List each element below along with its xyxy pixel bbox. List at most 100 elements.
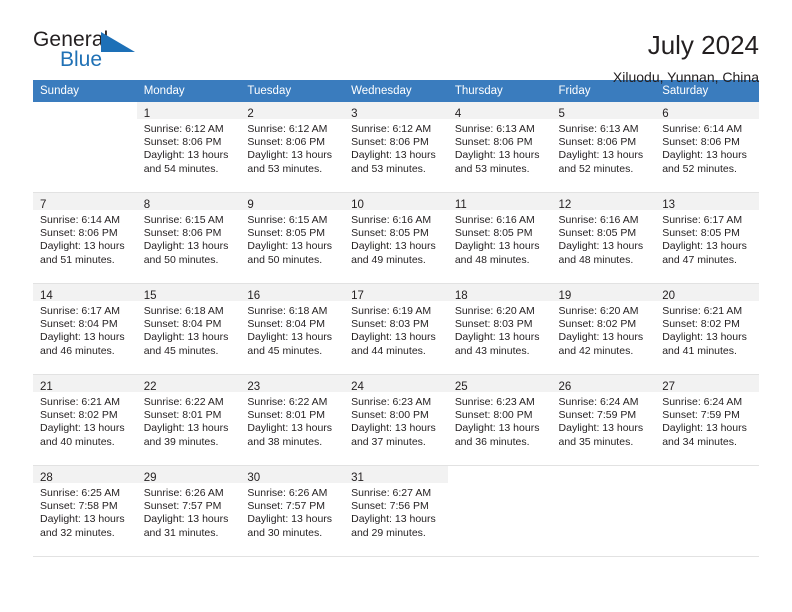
calendar-day-cell[interactable]: 18 Sunrise: 6:20 AM Sunset: 8:03 PM Dayligh… <box>447 283 552 375</box>
daylight-text-line2: and 32 minutes. <box>40 526 115 539</box>
calendar-day-cell[interactable]: 26 Sunrise: 6:24 AM Sunset: 7:59 PM Dayligh… <box>551 374 656 466</box>
day-cell-content: 9 Sunrise: 6:15 AM Sunset: 8:05 PM Daylight… <box>240 193 345 283</box>
daylight-text-line1: Daylight: 13 hours <box>351 513 436 526</box>
calendar-week-row: 1 Sunrise: 6:12 AM Sunset: 8:06 PM Daylight… <box>33 102 759 193</box>
sunrise-text: Sunrise: 6:21 AM <box>40 396 120 408</box>
day-cell-content: 13 Sunrise: 6:17 AM Sunset: 8:05 PM Dayligh… <box>655 193 759 283</box>
calendar-day-cell[interactable]: 14 Sunrise: 6:17 AM Sunset: 8:04 PM Dayligh… <box>33 283 137 375</box>
day-cell-content: 4 Sunrise: 6:13 AM Sunset: 8:06 PM Daylight… <box>447 102 552 192</box>
calendar-day-cell[interactable]: 12 Sunrise: 6:16 AM Sunset: 8:05 PM Dayligh… <box>551 192 656 284</box>
calendar-day-cell[interactable]: 6 Sunrise: 6:14 AM Sunset: 8:06 PM Daylight… <box>655 102 759 193</box>
day-sun-info: Sunrise: 6:26 AM Sunset: 7:57 PM Daylight:… <box>247 483 337 540</box>
calendar-day-cell[interactable]: 5 Sunrise: 6:13 AM Sunset: 8:06 PM Daylight… <box>551 102 656 193</box>
sunrise-text: Sunrise: 6:25 AM <box>40 487 120 499</box>
weekday-header-wednesday: Wednesday <box>344 80 448 102</box>
calendar-empty-cell <box>551 465 656 557</box>
calendar-day-cell[interactable]: 20 Sunrise: 6:21 AM Sunset: 8:02 PM Dayligh… <box>655 283 759 375</box>
daylight-text-line2: and 52 minutes. <box>558 162 634 175</box>
day-cell-content: 12 Sunrise: 6:16 AM Sunset: 8:05 PM Dayligh… <box>551 193 656 283</box>
sunrise-text: Sunrise: 6:26 AM <box>143 487 224 499</box>
day-sun-info: Sunrise: 6:22 AM Sunset: 8:01 PM Daylight:… <box>247 392 337 449</box>
calendar-week-row: 21 Sunrise: 6:21 AM Sunset: 8:02 PM Dayligh… <box>33 374 759 466</box>
calendar-day-cell[interactable]: 31 Sunrise: 6:27 AM Sunset: 7:56 PM Dayligh… <box>344 465 448 557</box>
day-sun-info: Sunrise: 6:13 AM Sunset: 8:06 PM Daylight:… <box>455 119 545 176</box>
sunset-text: Sunset: 8:06 PM <box>143 227 222 240</box>
calendar-day-cell[interactable]: 10 Sunrise: 6:16 AM Sunset: 8:05 PM Dayligh… <box>344 192 448 284</box>
day-number: 18 <box>454 290 468 302</box>
day-cell-content: 19 Sunrise: 6:20 AM Sunset: 8:02 PM Dayligh… <box>551 284 656 374</box>
calendar-day-cell[interactable]: 23 Sunrise: 6:22 AM Sunset: 8:01 PM Dayligh… <box>240 374 345 466</box>
day-sun-info: Sunrise: 6:23 AM Sunset: 8:00 PM Daylight:… <box>351 392 441 449</box>
day-number-band <box>655 466 759 483</box>
day-number: 4 <box>454 108 462 120</box>
day-number-band <box>552 466 656 483</box>
sunset-text: Sunset: 8:00 PM <box>351 409 429 422</box>
calendar-day-cell[interactable]: 1 Sunrise: 6:12 AM Sunset: 8:06 PM Daylight… <box>136 102 241 193</box>
daylight-text-line1: Daylight: 13 hours <box>143 513 229 526</box>
day-number: 21 <box>40 381 53 393</box>
calendar-day-cell[interactable]: 11 Sunrise: 6:16 AM Sunset: 8:05 PM Dayligh… <box>447 192 552 284</box>
day-number-band: 16 <box>240 284 345 302</box>
day-sun-info: Sunrise: 6:23 AM Sunset: 8:00 PM Daylight:… <box>455 392 545 449</box>
sunrise-text: Sunrise: 6:23 AM <box>454 396 535 408</box>
daylight-text-line1: Daylight: 13 hours <box>40 422 125 435</box>
day-number-band: 23 <box>240 375 345 393</box>
daylight-text-line1: Daylight: 13 hours <box>143 422 229 435</box>
daylight-text-line2: and 50 minutes. <box>247 253 323 266</box>
day-cell-content: 3 Sunrise: 6:12 AM Sunset: 8:06 PM Daylight… <box>344 102 448 192</box>
day-number: 1 <box>143 108 151 120</box>
day-sun-info: Sunrise: 6:16 AM Sunset: 8:05 PM Daylight:… <box>351 210 441 267</box>
calendar-day-cell[interactable]: 8 Sunrise: 6:15 AM Sunset: 8:06 PM Daylight… <box>136 192 241 284</box>
day-sun-info: Sunrise: 6:22 AM Sunset: 8:01 PM Daylight:… <box>144 392 234 449</box>
daylight-text-line1: Daylight: 13 hours <box>143 149 229 162</box>
generalblue-logo[interactable]: General Blue <box>33 28 153 76</box>
daylight-text-line1: Daylight: 13 hours <box>454 331 540 344</box>
calendar-day-cell[interactable]: 24 Sunrise: 6:23 AM Sunset: 8:00 PM Dayligh… <box>344 374 448 466</box>
calendar-day-cell[interactable]: 22 Sunrise: 6:22 AM Sunset: 8:01 PM Dayligh… <box>136 374 241 466</box>
daylight-text-line2: and 40 minutes. <box>40 435 115 448</box>
day-number: 3 <box>351 108 358 120</box>
calendar-day-cell[interactable]: 19 Sunrise: 6:20 AM Sunset: 8:02 PM Dayligh… <box>551 283 656 375</box>
calendar-day-cell[interactable]: 4 Sunrise: 6:13 AM Sunset: 8:06 PM Daylight… <box>447 102 552 193</box>
daylight-text-line1: Daylight: 13 hours <box>351 331 436 344</box>
weekday-header-tuesday: Tuesday <box>240 80 345 102</box>
sunset-text: Sunset: 8:02 PM <box>662 318 740 331</box>
day-sun-info: Sunrise: 6:14 AM Sunset: 8:06 PM Daylight:… <box>662 119 752 176</box>
calendar-page: General Blue July 2024 Xiluodu, Yunnan, … <box>0 0 792 612</box>
calendar-day-cell[interactable]: 30 Sunrise: 6:26 AM Sunset: 7:57 PM Dayligh… <box>240 465 345 557</box>
sunrise-text: Sunrise: 6:18 AM <box>247 305 328 317</box>
calendar-day-cell[interactable]: 2 Sunrise: 6:12 AM Sunset: 8:06 PM Daylight… <box>240 102 345 193</box>
calendar-day-cell[interactable]: 3 Sunrise: 6:12 AM Sunset: 8:06 PM Daylight… <box>344 102 448 193</box>
sunrise-text: Sunrise: 6:15 AM <box>143 214 224 226</box>
title-block: July 2024 Xiluodu, Yunnan, China <box>613 28 759 86</box>
day-number: 13 <box>662 199 676 211</box>
calendar-day-cell[interactable]: 15 Sunrise: 6:18 AM Sunset: 8:04 PM Dayligh… <box>136 283 241 375</box>
day-number-band: 3 <box>344 102 448 120</box>
day-cell-content: 8 Sunrise: 6:15 AM Sunset: 8:06 PM Daylight… <box>136 193 241 283</box>
daylight-text-line1: Daylight: 13 hours <box>247 240 333 253</box>
daylight-text-line1: Daylight: 13 hours <box>558 331 644 344</box>
sunrise-text: Sunrise: 6:17 AM <box>662 214 743 226</box>
calendar-day-cell[interactable]: 16 Sunrise: 6:18 AM Sunset: 8:04 PM Dayligh… <box>240 283 345 375</box>
calendar-day-cell[interactable]: 9 Sunrise: 6:15 AM Sunset: 8:05 PM Daylight… <box>240 192 345 284</box>
calendar-day-cell[interactable]: 21 Sunrise: 6:21 AM Sunset: 8:02 PM Dayligh… <box>33 374 137 466</box>
calendar-day-cell[interactable]: 17 Sunrise: 6:19 AM Sunset: 8:03 PM Dayligh… <box>344 283 448 375</box>
calendar-day-cell[interactable]: 13 Sunrise: 6:17 AM Sunset: 8:05 PM Dayligh… <box>655 192 759 284</box>
calendar-day-cell[interactable]: 27 Sunrise: 6:24 AM Sunset: 7:59 PM Dayligh… <box>655 374 759 466</box>
sunset-text: Sunset: 8:05 PM <box>247 227 326 240</box>
day-sun-info: Sunrise: 6:12 AM Sunset: 8:06 PM Daylight:… <box>351 119 441 176</box>
calendar-day-cell[interactable]: 28 Sunrise: 6:25 AM Sunset: 7:58 PM Dayligh… <box>33 465 137 557</box>
day-number: 27 <box>662 381 676 393</box>
daylight-text-line1: Daylight: 13 hours <box>662 331 747 344</box>
sunset-text: Sunset: 8:06 PM <box>40 227 118 240</box>
calendar-day-cell[interactable]: 29 Sunrise: 6:26 AM Sunset: 7:57 PM Dayligh… <box>136 465 241 557</box>
day-cell-content: 6 Sunrise: 6:14 AM Sunset: 8:06 PM Daylight… <box>655 102 759 192</box>
sunset-text: Sunset: 7:57 PM <box>143 500 222 513</box>
calendar-day-cell[interactable]: 25 Sunrise: 6:23 AM Sunset: 8:00 PM Dayligh… <box>447 374 552 466</box>
day-cell-content: 22 Sunrise: 6:22 AM Sunset: 8:01 PM Dayligh… <box>136 375 241 465</box>
daylight-text-line1: Daylight: 13 hours <box>351 422 436 435</box>
day-sun-info: Sunrise: 6:16 AM Sunset: 8:05 PM Daylight:… <box>559 210 649 267</box>
daylight-text-line1: Daylight: 13 hours <box>40 513 125 526</box>
sunrise-text: Sunrise: 6:22 AM <box>247 396 328 408</box>
calendar-day-cell[interactable]: 7 Sunrise: 6:14 AM Sunset: 8:06 PM Daylight… <box>33 192 137 284</box>
